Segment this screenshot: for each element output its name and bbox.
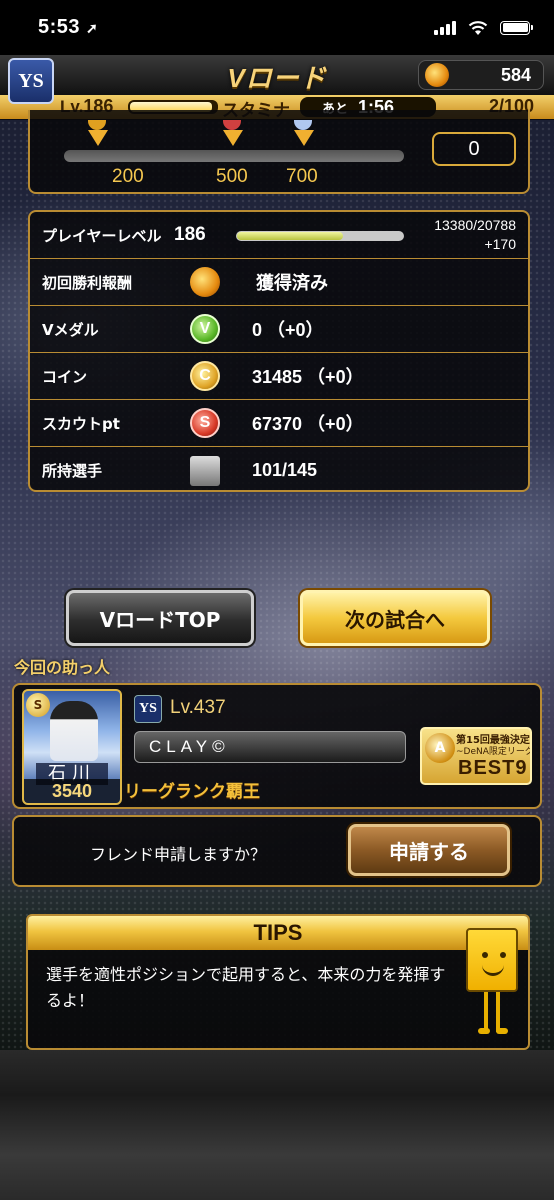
status-icons xyxy=(434,20,533,36)
flame-icon xyxy=(190,267,220,297)
flame-icon xyxy=(425,63,449,87)
stat-row-players: 所持選手 101/145 xyxy=(30,447,528,494)
stat-row-coin: コイン C 31485 （+0） xyxy=(30,353,528,400)
cell-signal-icon xyxy=(434,20,456,35)
helper-team-logo: YS xyxy=(134,695,162,723)
helper-heading: 今回の助っ人 xyxy=(14,658,111,677)
helper-title: リーグランク覇王 xyxy=(124,782,260,802)
team-logo[interactable]: YS xyxy=(8,58,54,104)
status-bar: 5:53 ➚ xyxy=(0,0,554,55)
reward-marker-icon xyxy=(88,130,108,146)
location-arrow-icon: ➚ xyxy=(86,20,99,36)
stat-label: 初回勝利報酬 xyxy=(42,273,133,292)
stat-row-first-win: 初回勝利報酬 獲得済み xyxy=(30,259,528,306)
stat-label: Vメダル xyxy=(42,320,99,339)
stat-value: 67370 （+0） xyxy=(252,414,364,434)
reward-threshold: 200 xyxy=(112,166,144,187)
stat-value: 獲得済み xyxy=(256,273,328,293)
reward-marker-icon xyxy=(294,120,312,130)
medal-icon: A xyxy=(425,733,455,763)
v-medal-icon: V xyxy=(190,314,220,344)
reward-count: 0 xyxy=(432,132,516,166)
reward-marker-icon xyxy=(223,130,243,146)
currency-counter[interactable]: 584 xyxy=(418,60,544,90)
stat-label: コイン xyxy=(42,367,88,386)
tips-panel: TIPS 選手を適性ポジションで起用すると、本来の力を発揮するよ！ xyxy=(26,914,530,1050)
helper-player-name: CLAY© xyxy=(134,731,406,763)
rank-badge: S xyxy=(26,693,50,717)
player-level-value: 186 xyxy=(174,224,206,245)
stat-label: スカウトpt xyxy=(42,414,120,433)
helper-level: Lv.437 xyxy=(170,697,226,718)
reward-track-panel: 200 500 700 0 xyxy=(28,110,530,194)
helper-panel: S 石川 3540 YS Lv.437 CLAY© リーグランク覇王 A 第15… xyxy=(12,683,542,809)
helper-player-card[interactable]: S 石川 3540 xyxy=(22,689,122,805)
stat-value: 31485 （+0） xyxy=(252,367,364,387)
friend-prompt: フレンド申請しますか？ xyxy=(90,845,267,864)
stat-label: 所持選手 xyxy=(42,462,103,480)
reward-marker-icon xyxy=(294,130,314,146)
stat-value: 0 （+0） xyxy=(252,320,324,340)
card-power: 3540 xyxy=(24,779,120,803)
next-match-button[interactable]: 次の試合へ xyxy=(300,590,490,646)
reward-marker-icon xyxy=(223,120,241,130)
player-photo-icon xyxy=(190,455,220,486)
stat-row-scout-pt: スカウトpt S 67370 （+0） xyxy=(30,400,528,447)
stat-value: 101/145 xyxy=(252,460,318,480)
wifi-icon xyxy=(468,20,488,35)
currency-value: 584 xyxy=(500,64,531,85)
scout-icon: S xyxy=(190,408,220,438)
reward-threshold: 700 xyxy=(286,166,318,187)
reward-progress-bar xyxy=(64,150,404,162)
reward-threshold: 500 xyxy=(216,166,248,187)
stat-row-player-level: プレイヤーレベル 186 13380/20788 +170 xyxy=(30,212,528,259)
clock: 5:53 xyxy=(38,16,81,38)
vroad-top-button[interactable]: VロードTOP xyxy=(66,590,254,646)
player-portrait xyxy=(50,701,98,761)
bottom-band xyxy=(0,1050,554,1200)
stat-row-v-medal: Vメダル V 0 （+0） xyxy=(30,306,528,353)
results-panel: プレイヤーレベル 186 13380/20788 +170 初回勝利報酬 獲得済… xyxy=(28,210,530,492)
battery-icon xyxy=(500,20,533,35)
tips-title: TIPS xyxy=(28,916,528,950)
reward-marker-icon xyxy=(88,120,106,130)
stat-label: プレイヤーレベル xyxy=(42,226,162,245)
mascot-icon xyxy=(462,928,522,1038)
tips-text: 選手を適性ポジションで起用すると、本来の力を発揮するよ！ xyxy=(46,965,446,1010)
player-exp-text: 13380/20788 +170 xyxy=(434,217,516,252)
best9-badge: A 第15回最強決定戦 ~DeNA限定リーグ~ BEST9 xyxy=(420,727,532,785)
coin-icon: C xyxy=(190,361,220,391)
player-exp-bar xyxy=(236,231,404,241)
status-time: 5:53 ➚ xyxy=(38,16,98,39)
friend-request-button[interactable]: 申請する xyxy=(348,824,510,876)
